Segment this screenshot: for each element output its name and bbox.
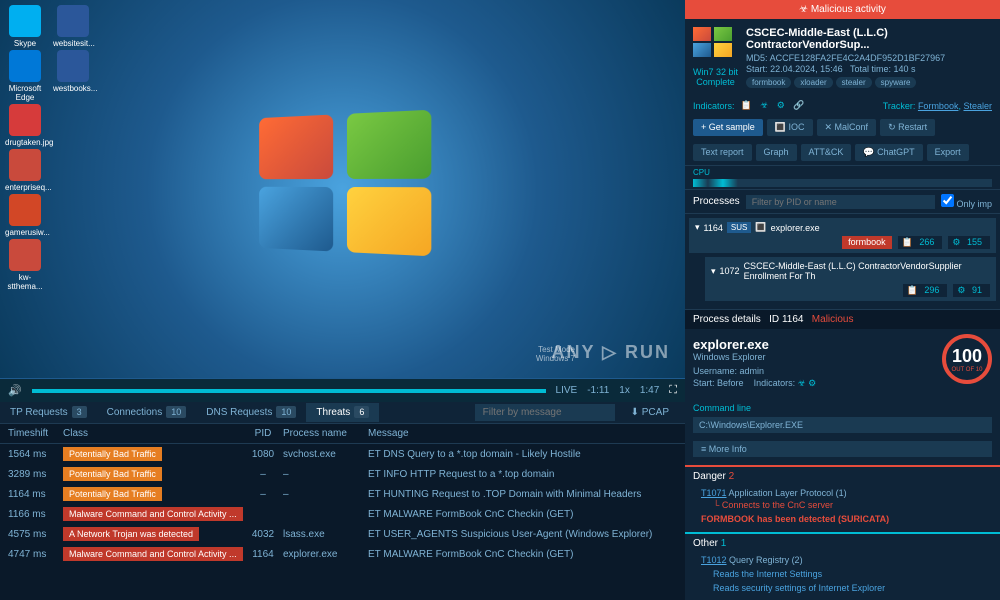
malicious-banner: ☣ Malicious activity — [685, 0, 1000, 19]
action-row-1: + Get sample 🔳 IOC ✕ MalConf ↻ Restart — [685, 115, 1000, 140]
speed-label[interactable]: 1x — [619, 385, 630, 396]
table-row[interactable]: 1166 msMalware Command and Control Activ… — [0, 504, 685, 524]
tag[interactable]: xloader — [794, 77, 832, 88]
process-item[interactable]: ▾ 1072 CSCEC-Middle-East (L.L.C) Contrac… — [705, 257, 996, 301]
playback-bar: 🔊 LIVE -1:11 1x 1:47 ⛶ — [0, 378, 685, 402]
process-details: explorer.exe Windows Explorer Username: … — [685, 329, 1000, 399]
desktop-icon[interactable]: Skype — [5, 5, 45, 48]
restart-button[interactable]: ↻ Restart — [880, 119, 935, 136]
process-item[interactable]: ▾ 1164 SUS 🔳 explorer.exe formbook📋 266⚙… — [689, 218, 996, 253]
tracker-link[interactable]: Formbook — [918, 101, 959, 111]
score-badge: 100OUT OF 10 — [942, 334, 992, 384]
desktop-icon[interactable]: kw-stthema... — [5, 239, 45, 291]
tab-connections[interactable]: Connections10 — [97, 403, 197, 422]
playback-track[interactable] — [32, 389, 546, 393]
tracker-link[interactable]: Stealer — [963, 101, 992, 111]
chatgpt-button[interactable]: 💬 ChatGPT — [855, 144, 922, 161]
table-row[interactable]: 4575 msA Network Trojan was detected4032… — [0, 524, 685, 544]
process-tree: ▾ 1164 SUS 🔳 explorer.exe formbook📋 266⚙… — [685, 214, 1000, 309]
desktop-icon[interactable]: westbooks... — [53, 50, 93, 102]
fullscreen-icon[interactable]: ⛶ — [669, 384, 677, 397]
tag[interactable]: stealer — [836, 77, 872, 88]
action-row-2: Text report Graph ATT&CK 💬 ChatGPT Expor… — [685, 140, 1000, 165]
th-timeshift[interactable]: Timeshift — [8, 428, 63, 439]
cpu-bar: CPU — [685, 165, 1000, 189]
other-sub-item: Reads security settings of Internet Expl… — [685, 581, 1000, 595]
file-title: CSCEC-Middle-East (L.L.C) ContractorVend… — [746, 27, 992, 51]
process-filter-input[interactable] — [746, 195, 935, 209]
other-sub-item: Reads the Internet Settings — [685, 567, 1000, 581]
pcap-button[interactable]: ⬇ PCAP — [623, 404, 677, 421]
th-message[interactable]: Message — [368, 428, 677, 439]
th-process[interactable]: Process name — [283, 428, 368, 439]
vm-screen: Skypewebsitesit... Microsoft Edgewestboo… — [0, 0, 685, 378]
ioc-button[interactable]: 🔳 IOC — [767, 119, 813, 136]
mitre-link[interactable]: T1012 — [701, 555, 727, 565]
threats-table: Timeshift Class PID Process name Message… — [0, 424, 685, 600]
desktop-icon[interactable]: Microsoft Edge — [5, 50, 45, 102]
malconf-button[interactable]: ✕ MalConf — [817, 119, 877, 136]
indicator-icons: 📋 ☣ ⚙ 🔗 — [741, 100, 808, 111]
detection-alert: FORMBOOK has been detected (SURICATA) — [685, 510, 1000, 528]
time-label: -1:11 — [587, 385, 609, 396]
get-sample-button[interactable]: + Get sample — [693, 119, 763, 136]
tabs-bar: TP Requests3 Connections10 DNS Requests1… — [0, 402, 685, 424]
tab-dns-requests[interactable]: DNS Requests10 — [196, 403, 306, 422]
other-section: Other 1 T1012 Query Registry (2) Reads t… — [685, 532, 1000, 595]
desktop-icons: Skypewebsitesit... Microsoft Edgewestboo… — [5, 5, 93, 291]
text-report-button[interactable]: Text report — [693, 144, 752, 161]
file-header: Win7 32 bit Complete CSCEC-Middle-East (… — [685, 19, 1000, 96]
os-status: Complete — [693, 77, 738, 87]
filter-input[interactable] — [475, 404, 615, 421]
desktop-icon[interactable]: drugtaken.jpg — [5, 104, 45, 147]
windows-icon — [693, 27, 733, 67]
indicators-row: Indicators:📋 ☣ ⚙ 🔗 Tracker: Formbook, St… — [685, 96, 1000, 115]
attck-button[interactable]: ATT&CK — [801, 144, 852, 161]
end-label: 1:47 — [640, 385, 659, 396]
desktop-icon[interactable]: websitesit... — [53, 5, 93, 48]
processes-header: Processes Only imp — [685, 189, 1000, 214]
os-label: Win7 32 bit — [693, 67, 738, 77]
export-button[interactable]: Export — [927, 144, 969, 161]
desktop-icon[interactable]: enterpriseq... — [5, 149, 45, 192]
only-important-checkbox[interactable] — [941, 194, 954, 207]
mitre-link[interactable]: T1071 — [701, 488, 727, 498]
table-row[interactable]: 1164 msPotentially Bad Traffic––ET HUNTI… — [0, 484, 685, 504]
command-line: Command line — [685, 399, 1000, 437]
th-class[interactable]: Class — [63, 428, 243, 439]
table-row[interactable]: 4747 msMalware Command and Control Activ… — [0, 544, 685, 564]
th-pid[interactable]: PID — [243, 428, 283, 439]
table-row[interactable]: 1564 msPotentially Bad Traffic1080svchos… — [0, 444, 685, 464]
tag[interactable]: formbook — [746, 77, 791, 88]
desktop-icon[interactable]: gamerusiw... — [5, 194, 45, 237]
tab-threats[interactable]: Threats6 — [306, 403, 379, 422]
tag[interactable]: spyware — [875, 77, 917, 88]
watermark: ANY ▷ RUN — [551, 342, 670, 363]
table-row[interactable]: 3289 msPotentially Bad Traffic––ET INFO … — [0, 464, 685, 484]
volume-icon[interactable]: 🔊 — [8, 384, 22, 397]
live-label: LIVE — [556, 385, 578, 396]
more-info-button[interactable]: ≡ More Info — [693, 441, 992, 457]
tab-http-requests[interactable]: TP Requests3 — [0, 403, 97, 422]
graph-button[interactable]: Graph — [756, 144, 797, 161]
process-details-header: Process details ID 1164 Malicious — [685, 309, 1000, 329]
command-line-input[interactable] — [693, 417, 992, 433]
danger-sub-item: └ Connects to the CnC server — [685, 500, 1000, 510]
windows-logo — [253, 114, 433, 264]
danger-section: Danger 2 T1071 Application Layer Protoco… — [685, 465, 1000, 528]
